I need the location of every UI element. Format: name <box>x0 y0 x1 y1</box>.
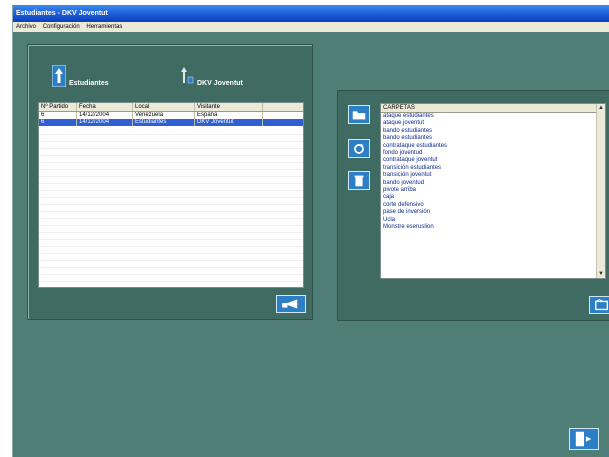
list-item[interactable]: pase de inversión <box>381 209 605 216</box>
camera-icon <box>282 299 298 309</box>
list-item[interactable]: contrataque estudiantes <box>381 143 605 150</box>
away-team-label: DKV Joventut <box>197 80 243 87</box>
open-folder-button[interactable] <box>589 296 609 314</box>
list-item[interactable]: ataque estudiantes <box>381 113 605 120</box>
table-empty-area <box>39 128 303 288</box>
folder-open-icon <box>595 299 608 311</box>
matches-panel: Estudiantes DKV Joventut Nº Partido Fech… <box>27 44 313 320</box>
delete-button[interactable] <box>348 171 370 190</box>
cell-local: Estudiantes <box>133 119 195 126</box>
up-arrow-icon <box>52 65 66 87</box>
table-header: Nº Partido Fecha Local Visitante <box>39 103 303 112</box>
cell-partido: 6 <box>39 119 77 126</box>
list-item[interactable]: contrataque joventut <box>381 157 605 164</box>
list-item[interactable]: transición joventut <box>381 172 605 179</box>
cell-local: Venezuela <box>133 112 195 119</box>
list-item[interactable]: Ucla <box>381 217 605 224</box>
away-team-button[interactable]: DKV Joventut <box>180 57 243 87</box>
folders-list[interactable]: CARPETAS ataque estudiantes ataque joven… <box>380 103 606 279</box>
exit-door-icon <box>575 431 592 447</box>
menu-bar: Archivo Configuración Herramientas <box>13 22 609 32</box>
list-item[interactable]: bando estudiantes <box>381 135 605 142</box>
matches-table: Nº Partido Fecha Local Visitante 6 14/12… <box>38 102 304 288</box>
folder-icon <box>352 111 366 120</box>
cell-partido: 6 <box>39 112 77 119</box>
exit-button[interactable] <box>569 428 599 450</box>
video-camera-button[interactable] <box>276 295 306 313</box>
list-item[interactable]: caja <box>381 194 605 201</box>
list-item[interactable]: Monstre eseruslion <box>381 224 605 231</box>
list-item[interactable]: pivote arriba <box>381 187 605 194</box>
person-arrow-icon <box>181 67 194 84</box>
menu-herramientas[interactable]: Herramientas <box>86 24 122 30</box>
cell-visitante: DKV Joventut <box>195 119 263 126</box>
col-fecha[interactable]: Fecha <box>77 103 133 111</box>
home-team-button[interactable]: Estudiantes <box>52 57 109 87</box>
scroll-down-icon[interactable]: ▼ <box>597 270 605 278</box>
col-visitante[interactable]: Visitante <box>195 103 263 111</box>
folders-scrollbar[interactable]: ▲ ▼ <box>596 104 605 278</box>
col-partido[interactable]: Nº Partido <box>39 103 77 111</box>
cell-fecha: 14/12/2004 <box>77 112 133 119</box>
refresh-button[interactable] <box>348 139 370 158</box>
new-folder-button[interactable] <box>348 105 370 124</box>
list-item[interactable]: bando estudiantes <box>381 128 605 135</box>
menu-archivo[interactable]: Archivo <box>16 24 36 30</box>
folders-header: CARPETAS <box>381 104 605 113</box>
list-item[interactable]: ataque joventut <box>381 120 605 127</box>
list-item[interactable]: bando joventud <box>381 180 605 187</box>
home-team-label: Estudiantes <box>69 80 109 87</box>
list-item[interactable]: corte defensivo <box>381 202 605 209</box>
list-item[interactable]: fondo joventud <box>381 150 605 157</box>
folders-panel: CARPETAS ataque estudiantes ataque joven… <box>337 90 609 321</box>
cell-visitante: España <box>195 112 263 119</box>
menu-configuracion[interactable]: Configuración <box>43 24 80 30</box>
team-header: Estudiantes DKV Joventut <box>42 57 297 87</box>
cell-fecha: 14/12/2004 <box>77 119 133 126</box>
window-title: Estudiantes - DKV Joventut <box>13 5 609 22</box>
list-item[interactable]: transición estudiantes <box>381 165 605 172</box>
table-row-selected[interactable]: 6 14/12/2004 Estudiantes DKV Joventut <box>39 119 303 126</box>
trash-icon <box>354 175 364 187</box>
main-window: Estudiantes - DKV Joventut Archivo Confi… <box>12 5 609 457</box>
table-row[interactable]: 6 14/12/2004 Venezuela España <box>39 112 303 119</box>
col-local[interactable]: Local <box>133 103 195 111</box>
refresh-icon <box>354 143 364 154</box>
scroll-up-icon[interactable]: ▲ <box>597 104 605 112</box>
